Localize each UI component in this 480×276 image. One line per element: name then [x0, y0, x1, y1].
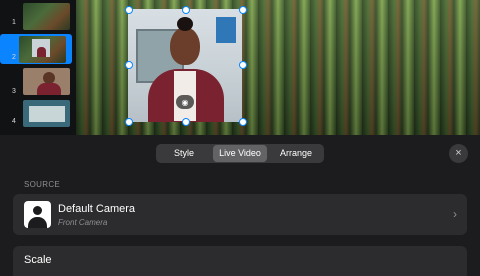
camera-title: Default Camera — [58, 203, 136, 215]
close-icon[interactable]: × — [449, 144, 468, 163]
presenter-hair — [177, 17, 193, 31]
slide-thumbnail-1[interactable]: 1 — [4, 3, 72, 31]
wall-poster — [216, 17, 236, 43]
slide-thumbnail-4[interactable]: 4 — [4, 100, 72, 128]
resize-handle-left[interactable] — [125, 61, 133, 69]
slide-preview — [23, 3, 70, 30]
scale-row[interactable]: Scale — [13, 246, 467, 276]
scale-label: Scale — [24, 254, 52, 266]
slide-preview — [23, 68, 70, 95]
person-icon — [24, 201, 51, 228]
resize-handle-top-right[interactable] — [239, 6, 247, 14]
slide-number: 3 — [12, 88, 16, 95]
presenter-head — [170, 27, 200, 65]
slide-canvas[interactable]: ◉ — [76, 0, 480, 135]
resize-handle-bottom-right[interactable] — [239, 118, 247, 126]
slide-number: 4 — [12, 118, 16, 125]
resize-handle-top[interactable] — [182, 6, 190, 14]
tab-style[interactable]: Style — [158, 145, 210, 162]
camera-icon[interactable]: ◉ — [176, 95, 194, 109]
resize-handle-bottom[interactable] — [182, 118, 190, 126]
slide-preview — [19, 36, 66, 63]
tab-live-video[interactable]: Live Video — [213, 145, 267, 162]
slide-preview — [23, 100, 70, 127]
camera-subtitle: Front Camera — [58, 218, 108, 227]
format-tabs: Style Live Video Arrange — [156, 144, 324, 163]
resize-handle-top-left[interactable] — [125, 6, 133, 14]
format-panel: Style Live Video Arrange × SOURCE Defaul… — [0, 135, 480, 276]
resize-handle-right[interactable] — [239, 61, 247, 69]
slide-navigator: 1 2 3 4 — [0, 0, 76, 135]
source-section-label: SOURCE — [24, 180, 61, 189]
slide-number: 1 — [12, 19, 16, 26]
slide-thumbnail-2[interactable]: 2 — [0, 34, 72, 64]
slide-thumbnail-3[interactable]: 3 — [4, 68, 72, 96]
chevron-right-icon: › — [453, 207, 457, 221]
slide-number: 2 — [12, 54, 16, 61]
resize-handle-bottom-left[interactable] — [125, 118, 133, 126]
tab-arrange[interactable]: Arrange — [270, 145, 322, 162]
camera-source-row[interactable]: Default Camera Front Camera › — [13, 194, 467, 235]
